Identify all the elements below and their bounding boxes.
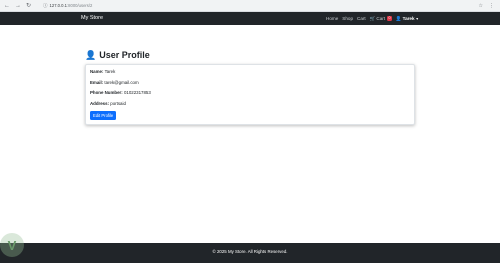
star-icon[interactable]: ☆: [479, 3, 483, 9]
watermark-logo: V: [0, 233, 24, 257]
nav-link-cart[interactable]: Cart: [357, 12, 366, 25]
url-path: :8000/users/2: [67, 3, 93, 8]
nav-link-home[interactable]: Home: [326, 12, 338, 25]
user-icon: 👤: [395, 15, 402, 21]
reload-icon[interactable]: ↻: [26, 3, 31, 9]
arrow-right-icon[interactable]: →: [15, 3, 21, 9]
page-title-text: User Profile: [99, 50, 150, 60]
brand-link[interactable]: My Store: [81, 12, 103, 25]
field-value: Tarek: [104, 69, 116, 74]
field-label: Address:: [90, 101, 110, 106]
user-dropdown[interactable]: 👤 Tarek ▼: [396, 16, 419, 22]
footer-text: © 2025 My Store. All Rights Reserved.: [212, 249, 288, 254]
field-value: 01022317853: [123, 90, 151, 95]
field-label: Email:: [90, 80, 104, 85]
browser-nav-buttons: ← → ↻: [0, 3, 31, 9]
nav-links: Home Shop Cart 🛒 Cart 0 👤 Tarek ▼: [326, 12, 419, 25]
profile-name-row: Name: Tarek: [90, 69, 115, 74]
nav-link-shop[interactable]: Shop: [342, 12, 353, 25]
field-value: tarek@gmail.com: [104, 80, 139, 85]
user-name: Tarek: [402, 16, 415, 21]
profile-phone-row: Phone Number: 01022317853: [90, 90, 151, 95]
field-label: Name:: [90, 69, 104, 74]
address-bar[interactable]: ⓘ 127.0.0.1 :8000/users/2: [43, 2, 163, 9]
cart-label: Cart: [376, 16, 386, 21]
edit-profile-button[interactable]: Edit Profile: [90, 111, 117, 120]
cart-icon: 🛒: [369, 15, 376, 21]
field-label: Phone Number:: [90, 90, 123, 95]
navbar: My Store Home Shop Cart 🛒 Cart 0 👤 Tarek…: [0, 12, 500, 25]
menu-icon[interactable]: ⋮: [489, 3, 494, 9]
info-icon[interactable]: ⓘ: [43, 3, 48, 9]
user-icon: 👤: [85, 50, 97, 60]
url-host: 127.0.0.1: [49, 3, 67, 8]
cart-count-badge: 0: [387, 16, 392, 21]
profile-email-row: Email: tarek@gmail.com: [90, 80, 139, 85]
page-title: 👤 User Profile: [85, 49, 150, 61]
profile-address-row: Address: portsaid: [90, 101, 126, 106]
browser-toolbar: ← → ↻ ⓘ 127.0.0.1 :8000/users/2 ☆ ⋮: [0, 0, 500, 12]
arrow-left-icon[interactable]: ←: [4, 3, 10, 9]
browser-actions: ☆ ⋮: [479, 3, 500, 9]
footer: © 2025 My Store. All Rights Reserved.: [0, 243, 500, 263]
profile-card: Name: Tarek Email: tarek@gmail.com Phone…: [85, 64, 415, 125]
chevron-down-icon: ▼: [415, 16, 419, 21]
cart-link[interactable]: 🛒 Cart 0: [370, 16, 392, 22]
field-value: portsaid: [110, 101, 126, 106]
